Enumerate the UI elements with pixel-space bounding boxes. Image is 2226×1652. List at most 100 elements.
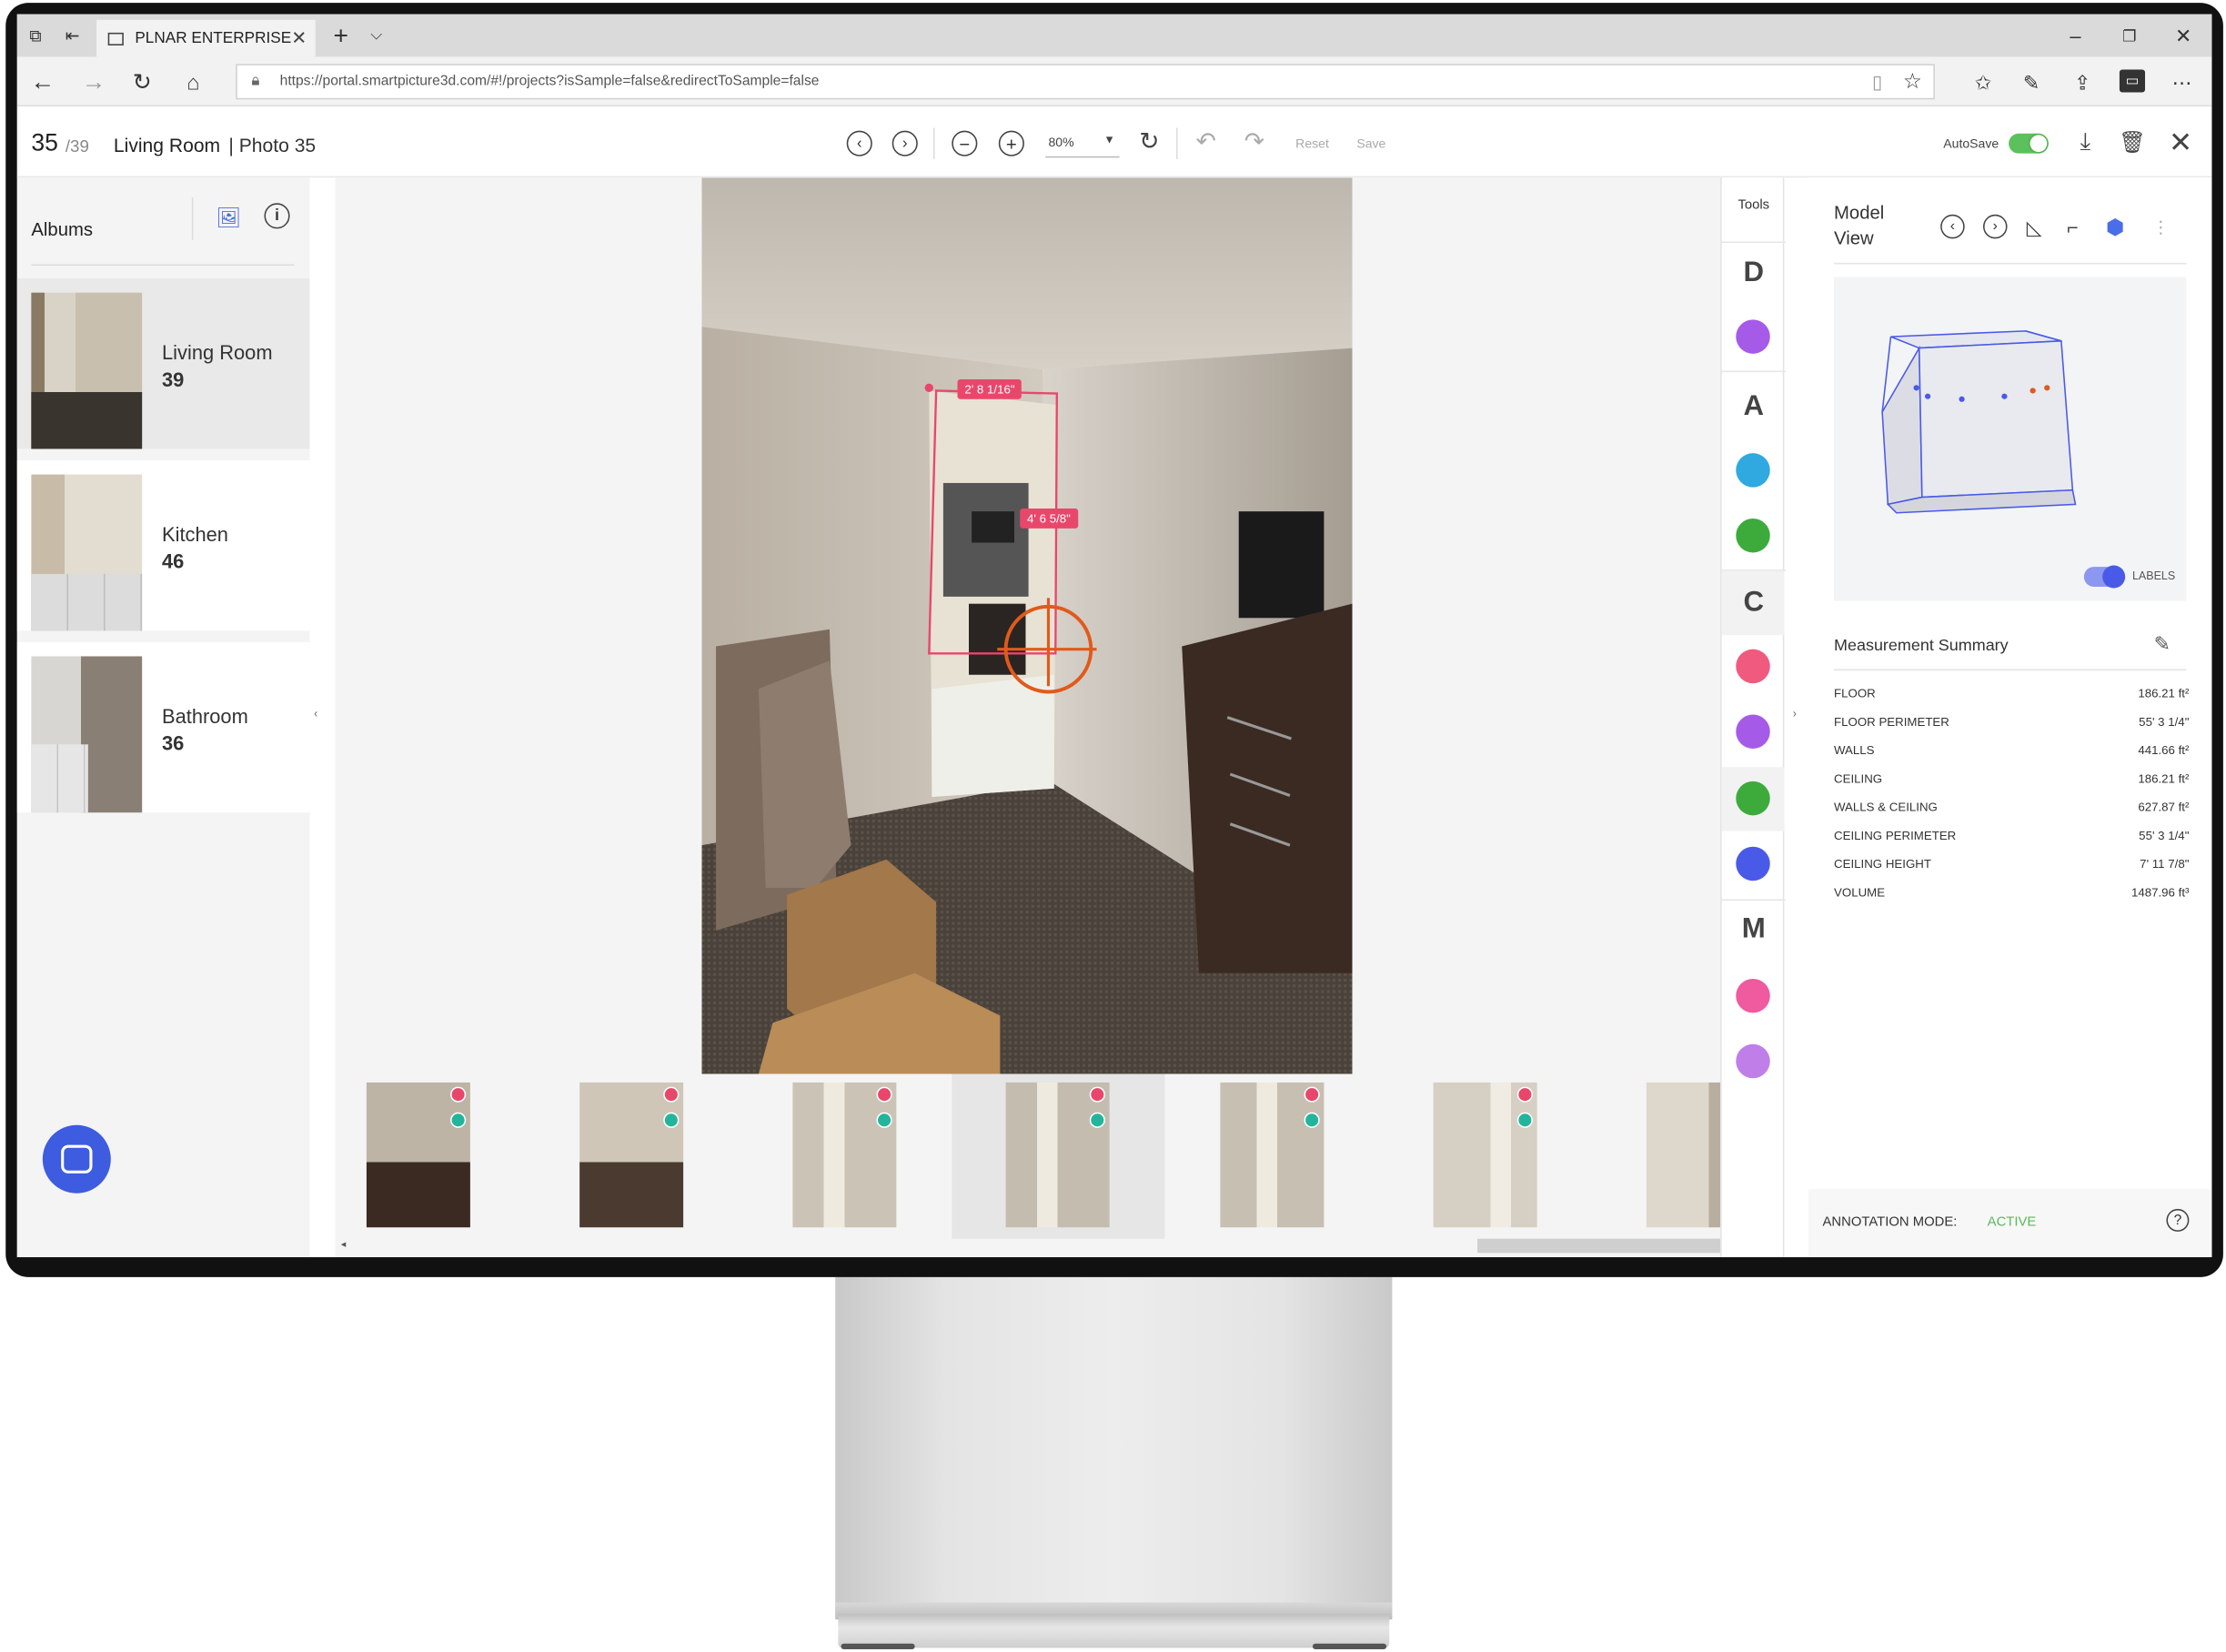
album-item-bathroom[interactable]: Bathroom 36 (16, 641, 310, 813)
measurement-value: 627.87 ft² (2138, 800, 2190, 814)
address-bar[interactable]: 🔒︎ https://portal.smartpicture3d.com/#!/… (236, 64, 1935, 100)
next-photo-icon[interactable]: › (891, 130, 918, 156)
ruler-triangle-icon[interactable]: ◺ (2020, 213, 2049, 241)
filmstrip-thumb[interactable] (1433, 1082, 1537, 1228)
minimize-icon[interactable]: – (2062, 23, 2088, 48)
extension-icon[interactable]: ▭ (2119, 69, 2146, 93)
album-name: Bathroom (162, 704, 248, 728)
labels-toggle[interactable] (2083, 565, 2126, 589)
tool-opening-icon[interactable] (1736, 781, 1770, 816)
monitor-stand (835, 1276, 1393, 1618)
back-icon[interactable]: ← (28, 68, 56, 96)
tool-door-icon[interactable] (1736, 649, 1770, 684)
favorite-star-icon[interactable]: ☆ (1903, 68, 1922, 95)
tools-title: Tools (1737, 197, 1770, 214)
save-button[interactable]: Save (1356, 136, 1385, 151)
tools-column: Tools D A C M (1720, 177, 1786, 1258)
rotate-icon[interactable]: ↻ (1135, 128, 1163, 156)
tool-window-icon[interactable] (1736, 714, 1770, 749)
divider (1176, 127, 1178, 159)
tool-a-letter[interactable]: A (1722, 390, 1786, 423)
measurement-label: CEILING HEIGHT (1834, 856, 1931, 871)
measurement-summary-title: Measurement Summary (1834, 638, 2009, 655)
measurement-label: CEILING PERIMETER (1834, 828, 1957, 843)
labels-toggle-label: LABELS (2131, 569, 2176, 583)
model-3d-viewport[interactable]: LABELS (1834, 277, 2187, 601)
set-aside-tabs-icon[interactable]: ⇤ (60, 23, 86, 48)
filmstrip-thumb[interactable] (366, 1082, 470, 1228)
redo-icon[interactable]: ↷ (1240, 128, 1268, 156)
model-badge-icon (876, 1112, 892, 1128)
tool-m-letter[interactable]: M (1722, 913, 1786, 946)
zoom-select[interactable]: 80% ▼ (1045, 129, 1120, 158)
scroll-left-icon[interactable]: ◂ (341, 1239, 356, 1254)
undo-icon[interactable]: ↶ (1192, 128, 1220, 156)
tool-markup-area-icon[interactable] (1736, 1043, 1770, 1079)
edit-icon[interactable]: ✎ (2150, 630, 2175, 656)
measurement-value: 7' 11 7/8" (2140, 856, 2190, 871)
measurement-row: FLOOR 186.21 ft² (1834, 686, 2189, 700)
reset-button[interactable]: Reset (1295, 136, 1329, 151)
floorplan-icon[interactable]: ⌐ (2059, 213, 2087, 241)
restore-icon[interactable]: ❐ (2117, 23, 2142, 48)
browser-tab[interactable]: PLNAR ENTERPRISE ✕ (96, 19, 316, 57)
zoom-in-icon[interactable]: + (998, 130, 1024, 156)
app-header: 35 /39 Living Room | Photo 35 ‹ › − + 80… (16, 106, 2212, 178)
tool-cabinet-icon[interactable] (1736, 846, 1770, 881)
tool-area-icon[interactable] (1736, 518, 1770, 553)
refresh-icon[interactable]: ↻ (128, 68, 156, 96)
album-item-kitchen[interactable]: Kitchen 46 (16, 459, 310, 631)
autosave-toggle[interactable] (2009, 133, 2049, 154)
measurement-label-width[interactable]: 2' 8 1/16" (957, 378, 1022, 399)
annotation-badge-icon (450, 1086, 467, 1103)
filmstrip-thumb[interactable] (1220, 1082, 1325, 1228)
chat-launcher-button[interactable] (42, 1124, 111, 1194)
model-panel: Model View ‹ › ◺ ⌐ ⬢ ⋮ LABELS Measuremen… (1808, 177, 2212, 1258)
window-close-icon[interactable]: ✕ (2171, 23, 2196, 48)
help-icon[interactable]: ? (2166, 1208, 2190, 1232)
model-next-icon[interactable]: › (1982, 214, 2008, 239)
3d-model-icon[interactable]: ⬢ (2101, 213, 2130, 241)
measurement-label: FLOOR PERIMETER (1834, 714, 1949, 730)
download-icon[interactable]: ⤓ (2071, 128, 2100, 156)
new-tab-icon[interactable]: + (327, 21, 355, 49)
tab-close-icon[interactable]: ✕ (291, 27, 307, 50)
more-vertical-icon[interactable]: ⋮ (2150, 213, 2172, 241)
tool-wall-icon[interactable] (1736, 453, 1770, 488)
albums-title: Albums (31, 218, 94, 240)
previous-photo-icon[interactable]: ‹ (846, 130, 872, 156)
info-icon[interactable]: i (264, 203, 290, 229)
forward-icon[interactable]: → (79, 68, 107, 96)
gallery-icon[interactable]: 🖼︎ (215, 203, 243, 231)
filmstrip-thumb[interactable] (579, 1082, 684, 1228)
album-count: 46 (162, 549, 185, 573)
measurement-label-height[interactable]: 4' 6 5/8" (1020, 509, 1078, 529)
favorites-icon[interactable]: ✩ (1969, 68, 1997, 96)
tool-d-letter[interactable]: D (1722, 257, 1786, 290)
chevron-down-icon[interactable]: ⌵ (364, 23, 389, 48)
measurement-row: FLOOR PERIMETER 55' 3 1/4" (1834, 714, 2189, 729)
header-photo-label: | Photo 35 (228, 135, 317, 156)
zoom-out-icon[interactable]: − (952, 130, 978, 156)
filmstrip-thumb-active[interactable] (1005, 1082, 1110, 1228)
home-icon[interactable]: ⌂ (179, 68, 207, 96)
tool-c-letter[interactable]: C (1722, 587, 1786, 620)
model-badge-icon (450, 1112, 467, 1128)
trash-icon[interactable]: 🗑︎ (2118, 128, 2146, 156)
filmstrip-thumb[interactable] (792, 1082, 897, 1228)
collapse-sidebar-icon[interactable]: ‹ (314, 708, 317, 720)
filmstrip-scrollbar-thumb[interactable] (1477, 1238, 1725, 1254)
more-icon[interactable]: ⋯ (2168, 68, 2196, 96)
album-item-living-room[interactable]: Living Room 39 (16, 278, 310, 449)
pen-icon[interactable]: ✎ (2017, 68, 2045, 96)
share-icon[interactable]: ⇪ (2069, 68, 2097, 96)
collapse-panel-icon[interactable]: › (1793, 708, 1797, 720)
close-editor-icon[interactable]: ✕ (2165, 126, 2196, 158)
tab-actions-icon[interactable]: ⧉ (23, 23, 48, 48)
room-photo[interactable]: 2' 8 1/16" 4' 6 5/8" (701, 177, 1353, 1074)
tool-line-icon[interactable] (1736, 319, 1770, 354)
reading-view-icon[interactable]: ▯ (1872, 71, 1882, 94)
model-previous-icon[interactable]: ‹ (1940, 214, 1965, 239)
tool-markup-line-icon[interactable] (1736, 978, 1770, 1013)
zoom-dropdown-icon: ▼ (1103, 133, 1115, 146)
